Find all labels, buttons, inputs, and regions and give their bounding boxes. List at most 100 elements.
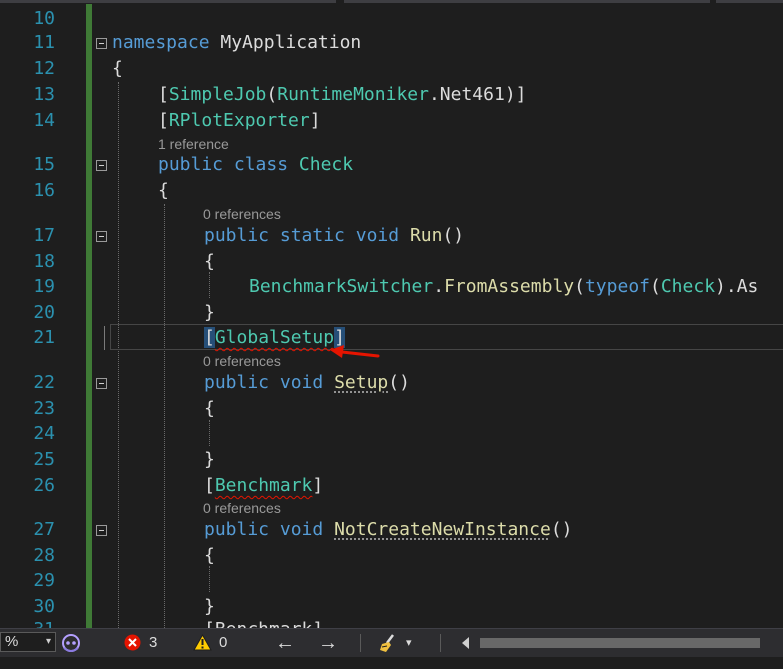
code-line-18[interactable]: { bbox=[204, 250, 215, 274]
dot: . bbox=[428, 84, 440, 105]
fold-toggle-icon[interactable] bbox=[96, 38, 107, 49]
keyword-public: public bbox=[204, 519, 270, 540]
code-line-25[interactable]: } bbox=[204, 448, 215, 472]
codelens-references[interactable]: 0 references bbox=[203, 205, 281, 223]
brace: } bbox=[204, 449, 215, 470]
attribute-globalsetup-error[interactable]: GlobalSetup bbox=[215, 327, 334, 348]
top-splitter-middle bbox=[344, 0, 710, 3]
line-number: 20 bbox=[33, 302, 55, 323]
line-number: 27 bbox=[33, 519, 55, 540]
keyword-typeof: typeof bbox=[584, 276, 650, 297]
keyword-void: void bbox=[279, 519, 324, 540]
type-check: Check bbox=[660, 276, 716, 297]
bracket: )] bbox=[504, 84, 527, 105]
brace: { bbox=[204, 398, 215, 419]
code-line-16[interactable]: { bbox=[158, 179, 169, 203]
error-icon bbox=[124, 634, 141, 651]
line-number: 16 bbox=[33, 180, 55, 201]
line-number: 22 bbox=[33, 372, 55, 393]
line-number: 23 bbox=[33, 398, 55, 419]
error-list-button[interactable]: 3 bbox=[124, 629, 164, 657]
codelens-references[interactable]: 0 references bbox=[203, 352, 281, 370]
brace: } bbox=[204, 596, 215, 617]
zoom-value: % bbox=[5, 633, 19, 650]
back-arrow-icon[interactable]: ← bbox=[273, 629, 297, 657]
method-name-run: Run bbox=[409, 225, 443, 246]
parens: () bbox=[550, 519, 573, 540]
fold-toggle-icon[interactable] bbox=[96, 378, 107, 389]
class-name-check: Check bbox=[298, 154, 354, 175]
status-divider bbox=[360, 634, 361, 652]
fold-toggle-icon[interactable] bbox=[96, 160, 107, 171]
brace: { bbox=[204, 545, 215, 566]
bracket: [ bbox=[204, 475, 215, 496]
editor-status-bar: % ▾ 3 0 ← → ▾ bbox=[0, 628, 783, 657]
line-number: 31 bbox=[0, 618, 55, 628]
brace: { bbox=[204, 251, 215, 272]
line-number: 28 bbox=[33, 545, 55, 566]
code-rest: ).As bbox=[715, 276, 759, 297]
paren: ( bbox=[650, 276, 661, 297]
fold-toggle-icon[interactable] bbox=[96, 525, 107, 536]
code-line-20[interactable]: } bbox=[204, 301, 215, 325]
codelens-references[interactable]: 1 reference bbox=[158, 135, 229, 153]
zoom-selector[interactable]: % ▾ bbox=[0, 632, 56, 652]
type-benchmarkswitcher: BenchmarkSwitcher bbox=[249, 276, 434, 297]
line-number: 13 bbox=[33, 84, 55, 105]
member-net461: Net461 bbox=[439, 84, 505, 105]
codelens-references[interactable]: 0 references bbox=[203, 499, 281, 517]
keyword-public: public bbox=[204, 225, 270, 246]
code-line-22[interactable]: public void Setup() bbox=[204, 371, 410, 395]
keyword-namespace: namespace bbox=[112, 32, 210, 53]
forward-arrow-icon[interactable]: → bbox=[316, 629, 340, 657]
line-number: 24 bbox=[33, 423, 55, 444]
horizontal-scrollbar[interactable] bbox=[460, 636, 783, 650]
code-line-19[interactable]: BenchmarkSwitcher.FromAssembly(typeof(Ch… bbox=[249, 275, 758, 299]
scrollbar-thumb[interactable] bbox=[480, 638, 760, 648]
code-line-11[interactable]: namespace MyApplication bbox=[112, 31, 361, 55]
line-number: 25 bbox=[33, 449, 55, 470]
code-line-30[interactable]: } bbox=[204, 595, 215, 619]
structure-guide bbox=[209, 566, 210, 592]
line-number: 12 bbox=[33, 58, 55, 79]
fold-toggle-icon[interactable] bbox=[96, 231, 107, 242]
code-line-13[interactable]: [SimpleJob(RuntimeMoniker.Net461)] bbox=[158, 83, 527, 107]
line-number: 29 bbox=[33, 570, 55, 591]
bracket: ] bbox=[312, 475, 324, 496]
dot: . bbox=[433, 276, 445, 297]
bottom-strip bbox=[0, 657, 783, 669]
chevron-down-icon: ▾ bbox=[45, 636, 51, 647]
error-count: 3 bbox=[149, 634, 158, 651]
code-cleanup-button[interactable]: ▾ bbox=[378, 629, 420, 657]
copilot-icon[interactable] bbox=[60, 629, 84, 657]
structure-guide bbox=[209, 420, 210, 446]
code-line-23[interactable]: { bbox=[204, 397, 215, 421]
code-line-26[interactable]: [Benchmark] bbox=[204, 474, 323, 498]
status-divider bbox=[440, 634, 441, 652]
keyword-static: static bbox=[279, 225, 345, 246]
namespace-name: MyApplication bbox=[209, 32, 362, 53]
code-line-12[interactable]: { bbox=[112, 57, 123, 81]
keyword-public: public bbox=[158, 154, 224, 175]
code-line-27[interactable]: public void NotCreateNewInstance() bbox=[204, 518, 573, 542]
code-line-14[interactable]: [RPlotExporter] bbox=[158, 109, 321, 133]
scroll-left-icon[interactable] bbox=[462, 637, 469, 649]
code-editor[interactable]: 10 11 12 13 14 15 16 17 18 19 20 21 22 2… bbox=[0, 0, 783, 628]
top-splitter bbox=[0, 0, 783, 4]
code-line-21[interactable]: [GlobalSetup] bbox=[204, 326, 345, 350]
top-splitter-left bbox=[0, 0, 336, 3]
paren: ( bbox=[266, 84, 278, 105]
parens: () bbox=[388, 372, 410, 393]
code-line-17[interactable]: public static void Run() bbox=[204, 224, 464, 248]
attribute-benchmark-error[interactable]: Benchmark bbox=[215, 475, 313, 496]
bracket: [ bbox=[158, 84, 169, 105]
line-number: 17 bbox=[33, 225, 55, 246]
code-line-15[interactable]: public class Check bbox=[158, 153, 353, 177]
line-number: 30 bbox=[33, 596, 55, 617]
code-line-28[interactable]: { bbox=[204, 544, 215, 568]
attribute-simplejob: SimpleJob bbox=[168, 84, 267, 105]
type-runtimemoniker: RuntimeMoniker bbox=[277, 84, 429, 105]
code-line-31[interactable]: [Benchmark] bbox=[204, 618, 323, 628]
paren: ( bbox=[574, 276, 585, 297]
warning-list-button[interactable]: 0 bbox=[193, 629, 233, 657]
